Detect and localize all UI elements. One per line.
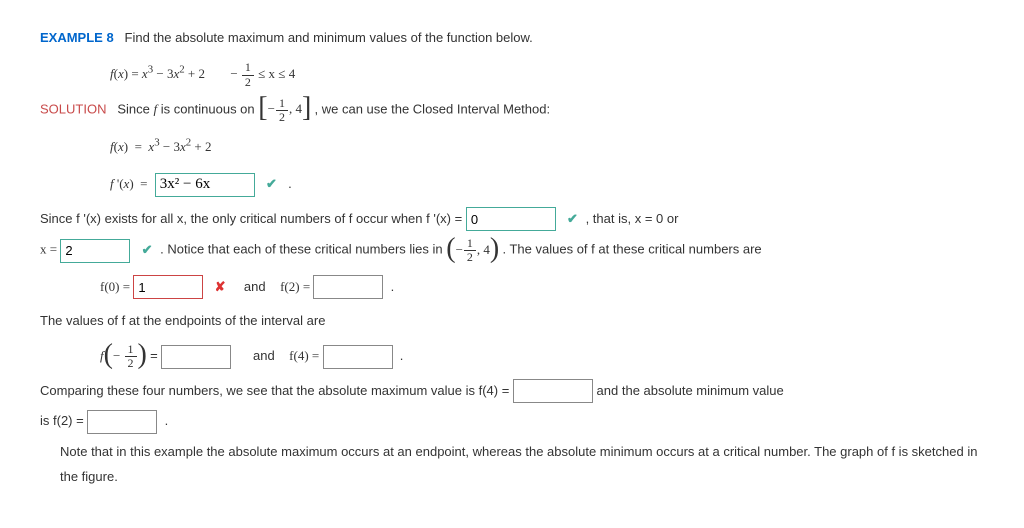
check-icon: ✔ — [142, 242, 153, 257]
example-label: EXAMPLE 8 — [40, 30, 114, 45]
fprime-input[interactable] — [155, 173, 255, 197]
endpoints-intro: The values of f at the endpoints of the … — [40, 309, 984, 334]
f4-max-input[interactable] — [513, 379, 593, 403]
open-interval: (−12, 4) — [446, 242, 502, 257]
function-definition-line: f(x) = x3 − 3x2 + 2 − 12 ≤ x ≤ 4 — [110, 59, 984, 89]
example-title: Find the absolute maximum and minimum va… — [125, 30, 533, 45]
example-heading: EXAMPLE 8 Find the absolute maximum and … — [40, 26, 984, 51]
exists-line: Since f '(x) exists for all x, the only … — [40, 207, 984, 232]
critical-values-line: f(0) = ✘ and f(2) = . — [100, 273, 984, 302]
f2-input[interactable] — [313, 275, 383, 299]
fprime-line: f '(x) = ✔ . — [110, 170, 984, 199]
f-neg-half: f(− 12) — [100, 348, 150, 363]
cross-icon: ✘ — [215, 279, 226, 294]
compare-line-2: is f(2) = . — [40, 409, 984, 434]
f4-input[interactable] — [323, 345, 393, 369]
check-icon: ✔ — [567, 211, 578, 226]
solution-label: SOLUTION — [40, 101, 106, 116]
check-icon: ✔ — [266, 176, 277, 191]
closed-interval: [−12, 4] — [258, 101, 314, 116]
x-equals-line: x = ✔ . Notice that each of these critic… — [40, 237, 984, 264]
function-def: f(x) = x3 − 3x2 + 2 — [110, 66, 205, 81]
fneg-input[interactable] — [161, 345, 231, 369]
solution-line: SOLUTION Since f is continuous on [−12, … — [40, 97, 984, 124]
func-restate: f(x) = x3 − 3x2 + 2 — [110, 132, 984, 162]
endpoint-values-line: f(− 12) = and f(4) = . — [100, 342, 984, 371]
f2-min-input[interactable] — [87, 410, 157, 434]
note-line: Note that in this example the absolute m… — [60, 440, 984, 489]
compare-line-1: Comparing these four numbers, we see tha… — [40, 379, 984, 404]
f0-input[interactable] — [133, 275, 203, 299]
x-value-input[interactable] — [60, 239, 130, 263]
fprime-zero-input[interactable] — [466, 207, 556, 231]
domain-interval: − 12 ≤ x ≤ 4 — [230, 66, 295, 81]
